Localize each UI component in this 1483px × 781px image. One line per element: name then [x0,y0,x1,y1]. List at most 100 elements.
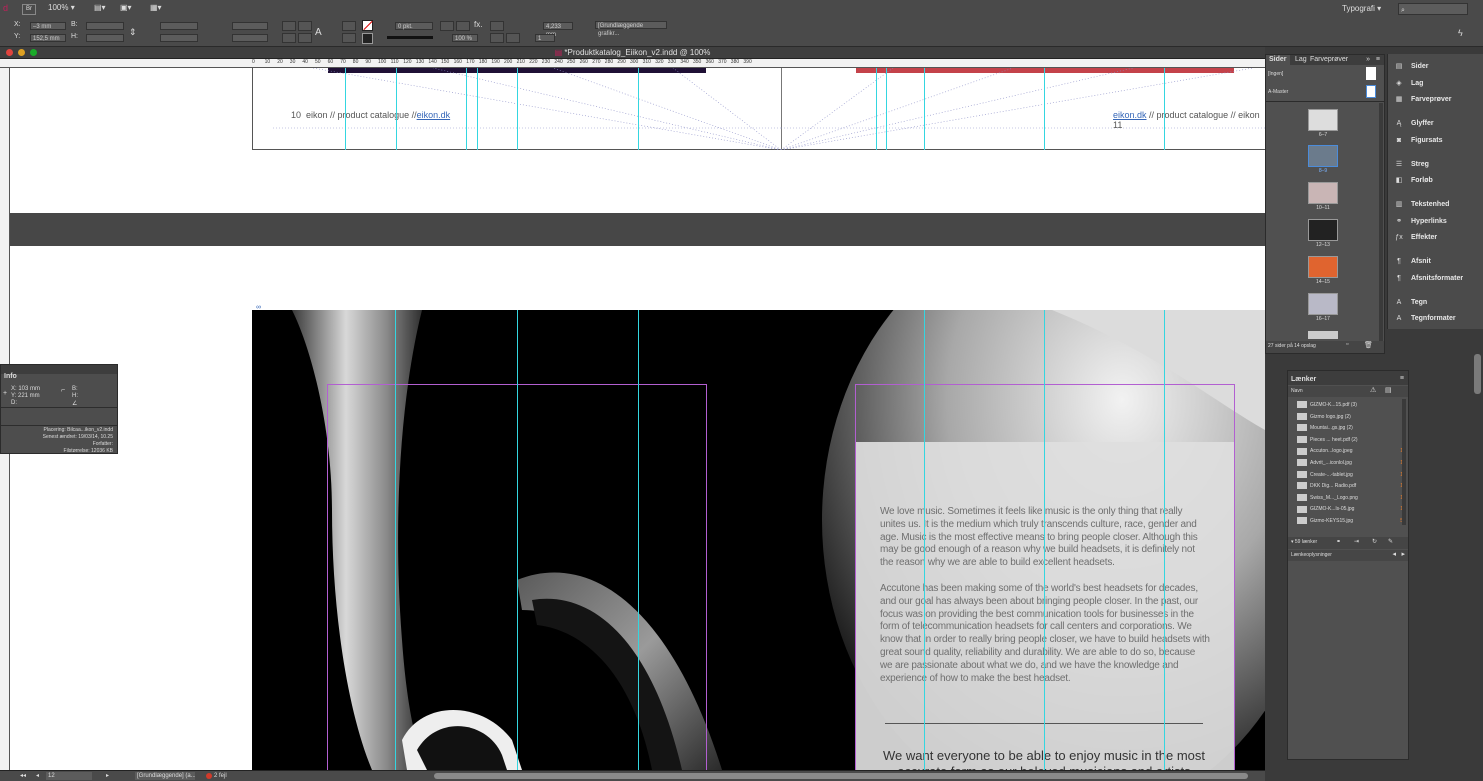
width-field[interactable] [86,22,124,30]
stroke-type-dropdown[interactable] [387,36,433,39]
constrain-proportions-icon[interactable]: ⇕ [129,27,137,38]
search-input[interactable]: ⌕ [1398,3,1468,15]
new-page-icon[interactable]: ▫ [1346,341,1348,348]
fx-icon[interactable]: fx. [474,20,482,29]
link-row[interactable]: Advrit_...iconlol.jpg1 [1291,458,1403,469]
page-thumb-16-17[interactable] [1308,293,1338,315]
scale-x-field[interactable] [160,22,198,30]
link-row[interactable]: Accuton...logo.jpeg1 [1291,446,1403,457]
stroke-swatch[interactable] [362,33,373,44]
flip-horizontal-button[interactable] [282,33,296,43]
dock-item-tegn[interactable]: A Tegn [1393,296,1483,310]
page-field[interactable]: 12 [46,772,92,780]
link-row[interactable]: Mountai...gs.jpg (2) [1291,423,1395,434]
dock-item-figursats[interactable]: ◙ Figursats [1393,134,1483,148]
dock-item-tegnformater[interactable]: A Tegnformater [1393,312,1483,326]
document-vertical-scrollbar[interactable] [1474,354,1481,394]
page-thumb-14-15[interactable] [1308,256,1338,278]
info-panel[interactable]: Info X: 103 mm Y: 221 mm D: + ⌐ B: H: ∠ … [0,364,118,454]
links-col-name[interactable]: Navn [1291,388,1303,394]
object-style-dropdown[interactable]: [Grundlæggende grafikr... [595,21,667,37]
page-thumb-12-13[interactable] [1308,219,1338,241]
dock-item-effekter[interactable]: ƒx Effekter [1393,231,1483,245]
fill-swatch[interactable] [362,20,373,31]
view-options-icon[interactable]: ▤▾ [94,3,106,12]
page-thumb-more[interactable] [1308,331,1338,339]
horizontal-scrollbar[interactable] [434,773,1248,779]
scale-y-field[interactable] [160,34,198,42]
select-container-button[interactable] [342,21,356,31]
fit-content-button[interactable] [490,33,504,43]
next-link-icon[interactable]: ▸ [1401,550,1405,558]
link-row[interactable]: DKK Dig... Radio.pdf1 [1291,481,1403,492]
text-wrap-button[interactable] [440,21,454,31]
dock-item-farveprover[interactable]: ▦ Farveprøver [1393,93,1483,107]
rotate-cw-button[interactable] [282,21,296,31]
link-row[interactable]: Gizmo logo.jpg (2) [1291,412,1395,423]
right-footer-link[interactable]: eikon.dk [1113,110,1147,120]
link-row[interactable]: GIZMO-K...15.pdf (3) [1291,400,1395,411]
pages-scrollbar[interactable] [1379,103,1383,341]
height-field[interactable] [86,34,124,42]
page-thumb-6-7[interactable] [1308,109,1338,131]
dock-item-streg[interactable]: ☰ Streg [1393,158,1483,172]
document-canvas[interactable]: 10 eikon // product catalogue //eikon.dk… [10,68,1265,770]
none-master-thumb[interactable] [1366,67,1376,80]
master-style-field[interactable]: [Grundlæggende] (a... [135,772,195,780]
update-link-icon[interactable]: ↻ [1372,538,1377,545]
a-master-label[interactable]: A-Master [1268,89,1288,95]
a-master-thumb[interactable] [1366,85,1376,98]
delete-page-icon[interactable]: 🗑 [1364,341,1373,349]
fit-frame-button[interactable] [506,33,520,43]
link-badge-icon[interactable]: ∞ [256,304,261,311]
zoom-dropdown[interactable]: 100% ▾ [48,3,75,12]
lightning-icon[interactable]: ϟ [1458,28,1463,38]
bridge-button[interactable]: Br [22,4,36,15]
y-field[interactable]: 152,5 mm [30,34,66,42]
edit-original-icon[interactable]: ✎ [1388,538,1393,545]
stroke-weight-field[interactable]: 0 pkt. [395,22,433,30]
prev-link-icon[interactable]: ◂ [1392,550,1396,558]
left-footer-link[interactable]: eikon.dk [417,110,451,120]
corner-options-button[interactable] [456,21,470,31]
columns-field[interactable]: 1 [535,34,555,42]
dock-item-afsnitsformater[interactable]: ¶ Afsnitsformater [1393,272,1483,286]
relink-icon[interactable]: ⚭ [1336,538,1341,545]
pages-panel[interactable]: Sider Lag Farveprøver » ≡ [Ingen] A-Mast… [1265,54,1385,354]
arrange-documents-icon[interactable]: ▦▾ [150,3,162,12]
size-field[interactable]: 4,233 mm [543,22,573,38]
link-row[interactable]: Swiss_M..._Logo.png1 [1291,493,1403,504]
dock-item-tekstenhed[interactable]: ▥ Tekstenhed [1393,198,1483,212]
workspace-switcher[interactable]: Typografi ▾ [1342,4,1381,13]
none-master-label[interactable]: [Ingen] [1268,71,1283,77]
dock-item-forlob[interactable]: ◧ Forløb [1393,174,1483,188]
links-panel[interactable]: Lænker ≡ Navn ⚠ ▤ GIZMO-K...15.pdf (3) Gi… [1287,370,1409,760]
link-row[interactable]: Create-...-tablet.jpg1 [1291,470,1403,481]
panel-menu-icon[interactable]: ≡ [1376,56,1380,63]
tab-pages[interactable]: Sider [1266,55,1290,65]
page-thumb-8-9[interactable] [1308,145,1338,167]
collapse-icon[interactable]: » [1366,56,1370,63]
rotate-ccw-button[interactable] [298,21,312,31]
flip-vertical-button[interactable] [298,33,312,43]
dock-item-sider[interactable]: ▤ Sider [1393,60,1483,74]
tab-swatches[interactable]: Farveprøver [1307,55,1351,65]
horizontal-ruler[interactable]: 0 10 20 30 40 50 60 70 80 90 100 110 120 130 140 150 160… [0,59,1265,68]
drop-shadow-button[interactable] [490,21,504,31]
screen-mode-icon[interactable]: ▣▾ [120,3,132,12]
dock-item-hyperlinks[interactable]: ⚭ Hyperlinks [1393,215,1483,229]
dock-item-afsnit[interactable]: ¶ Afsnit [1393,255,1483,269]
page-thumb-10-11[interactable] [1308,182,1338,204]
goto-link-icon[interactable]: ⇥ [1354,538,1359,545]
link-row[interactable]: GIZMO-K...ls-05.jpg1 [1291,504,1403,515]
links-scrollbar[interactable] [1402,399,1406,525]
dock-item-lag[interactable]: ◈ Lag [1393,77,1483,91]
shear-field[interactable] [232,34,268,42]
link-row[interactable]: Pieces ... heet.pdf (2) [1291,435,1395,446]
links-menu-icon[interactable]: ≡ [1400,375,1404,382]
dock-item-glyffer[interactable]: Ą Glyffer [1393,117,1483,131]
x-field[interactable]: –3 mm [30,22,66,30]
rotation-field[interactable] [232,22,268,30]
link-row[interactable]: Gizmo-KEYS15.jpg5 [1291,516,1403,527]
opacity-field[interactable]: 100 % [452,34,478,42]
